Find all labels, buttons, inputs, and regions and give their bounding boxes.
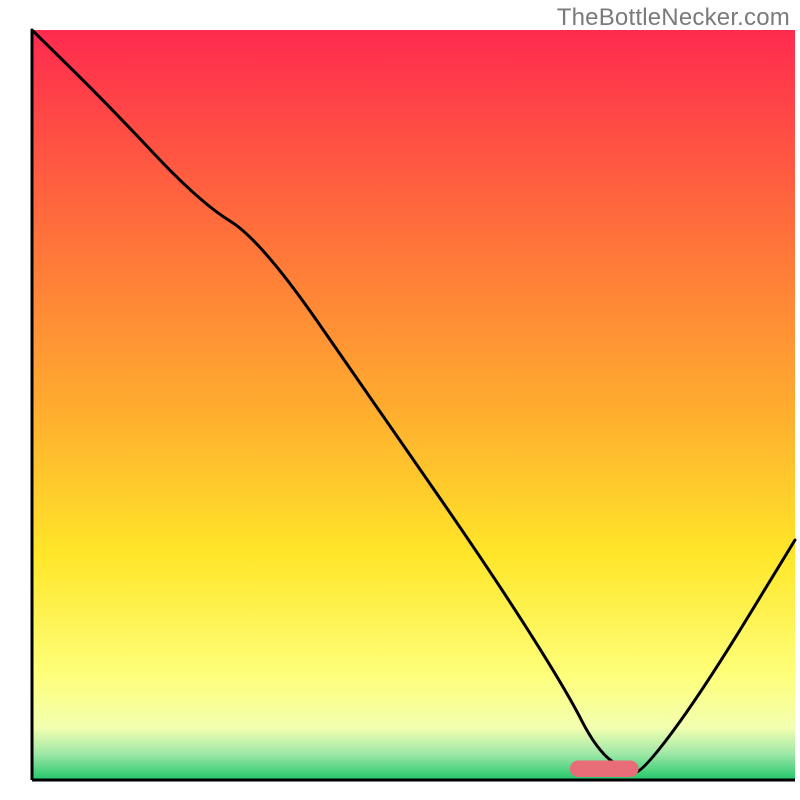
chart-background bbox=[32, 30, 795, 780]
chart-container: TheBottleNecker.com bbox=[0, 0, 800, 800]
bottleneck-chart bbox=[0, 0, 800, 800]
watermark-text: TheBottleNecker.com bbox=[557, 4, 790, 32]
optimal-marker bbox=[570, 761, 639, 778]
